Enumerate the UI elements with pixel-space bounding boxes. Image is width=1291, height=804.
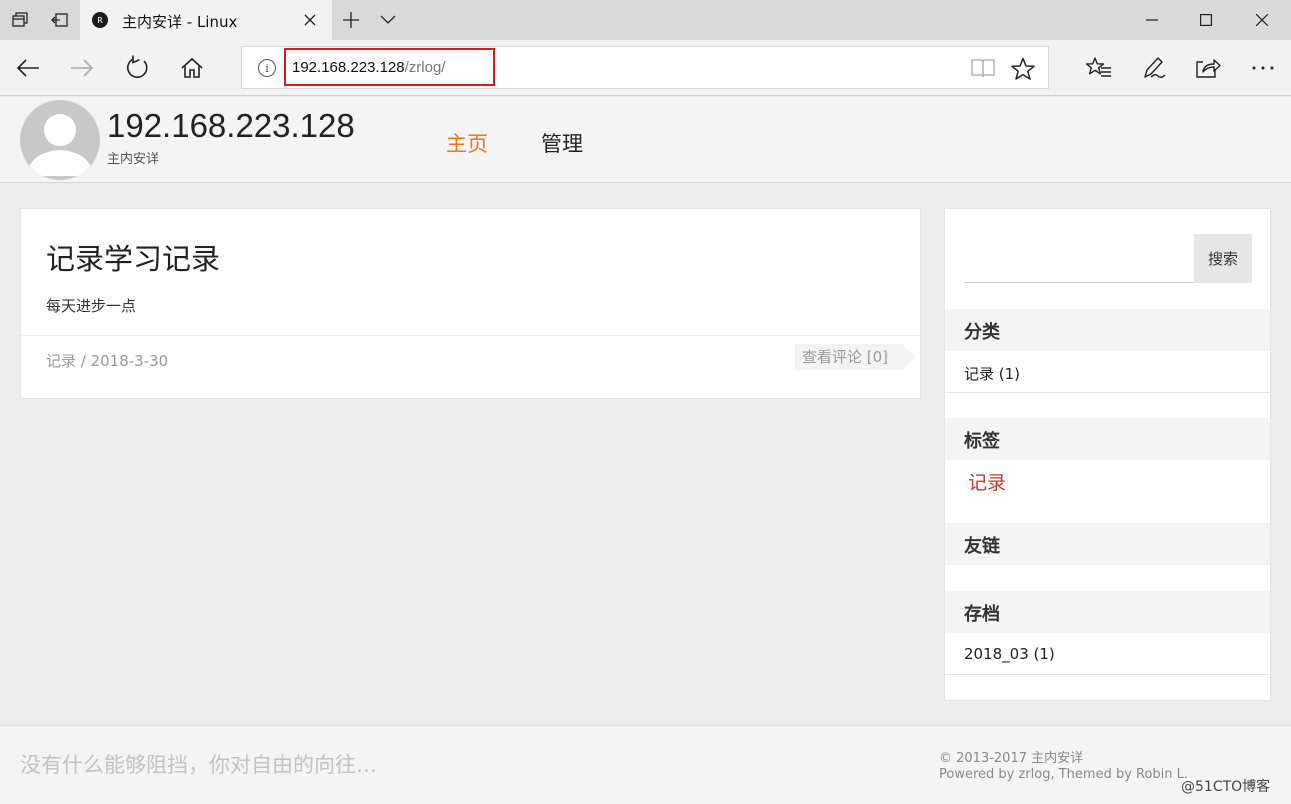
category-item[interactable]: 记录 (1) (964, 363, 1020, 384)
info-icon[interactable]: i (258, 59, 276, 77)
url-highlight-box: 192.168.223.128/zrlog/ (284, 48, 495, 86)
reading-view-icon[interactable] (970, 57, 996, 79)
archive-title: 存档 (964, 604, 1000, 625)
browser-nav-bar: i 192.168.223.128/zrlog/ (0, 40, 1291, 96)
view-comments-link[interactable]: 查看评论 [0] (795, 344, 916, 370)
article-summary: 每天进步一点 (46, 297, 137, 315)
article-meta: 记录 / 2018-3-30 (46, 352, 169, 370)
categories-header: 分类 (945, 309, 1270, 351)
divider (945, 674, 1270, 675)
search-input[interactable] (964, 234, 1195, 283)
back-icon[interactable] (8, 48, 48, 88)
watermark-text: @51CTO博客 (1181, 779, 1271, 795)
sidebar: 搜索 分类 记录 (1) 标签 记录 友链 存档 2018_03 (1) (944, 208, 1271, 701)
tab-title: 主内安详 - Linux (122, 13, 238, 31)
address-bar[interactable]: i 192.168.223.128/zrlog/ (241, 46, 1049, 89)
tab-list-icon[interactable] (372, 5, 404, 35)
favorite-star-icon[interactable] (1010, 56, 1036, 82)
archive-item[interactable]: 2018_03 (1) (964, 645, 1055, 663)
new-tab-icon[interactable] (335, 5, 367, 35)
favorites-icon[interactable] (1079, 48, 1119, 88)
set-aside-tabs-icon[interactable] (0, 0, 40, 40)
close-tab-icon[interactable] (300, 10, 320, 30)
close-window-icon[interactable] (1235, 0, 1289, 40)
footer-powered-by: Powered by zrlog, Themed by Robin L. (939, 767, 1189, 782)
divider (21, 335, 920, 336)
url-host: 192.168.223.128 (292, 59, 405, 76)
url-path: /zrlog/ (404, 59, 446, 76)
tag-item[interactable]: 记录 (968, 468, 1006, 495)
site-footer: 没有什么能够阻挡，你对自由的向往… © 2013-2017 主内安详 Power… (0, 725, 1291, 804)
article-card: 记录学习记录 每天进步一点 记录 / 2018-3-30 查看评论 [0] (20, 208, 921, 399)
maximize-icon[interactable] (1179, 0, 1233, 40)
refresh-icon[interactable] (117, 48, 157, 88)
home-icon[interactable] (172, 48, 212, 88)
tab-preview-icon[interactable] (40, 0, 80, 40)
site-title[interactable]: 192.168.223.128 (107, 107, 355, 145)
nav-home-link[interactable]: 主页 (446, 128, 488, 158)
share-icon[interactable] (1188, 48, 1228, 88)
forward-icon[interactable] (62, 48, 102, 88)
article-title[interactable]: 记录学习记录 (46, 236, 220, 278)
minimize-icon[interactable] (1125, 0, 1179, 40)
archive-header: 存档 (945, 591, 1270, 633)
nav-admin-link[interactable]: 管理 (541, 128, 583, 158)
links-header: 友链 (945, 523, 1270, 565)
site-subtitle: 主内安详 (107, 152, 160, 167)
avatar[interactable] (20, 100, 100, 180)
site-favicon-icon: R (92, 12, 108, 28)
divider (945, 392, 1270, 393)
search-button[interactable]: 搜索 (1194, 234, 1252, 283)
site-header: 192.168.223.128 主内安详 主页 管理 (0, 97, 1291, 183)
more-icon[interactable] (1243, 48, 1283, 88)
categories-title: 分类 (964, 322, 1000, 343)
links-title: 友链 (964, 536, 1000, 557)
notes-icon[interactable] (1134, 48, 1174, 88)
browser-tab-bar: R 主内安详 - Linux (0, 0, 1291, 40)
tags-title: 标签 (964, 431, 1000, 452)
footer-slogan: 没有什么能够阻挡，你对自由的向往… (20, 753, 377, 777)
url-text[interactable]: 192.168.223.128/zrlog/ (292, 59, 445, 76)
footer-copyright: © 2013-2017 主内安详 (939, 751, 1084, 766)
tags-header: 标签 (945, 418, 1270, 460)
browser-tab[interactable]: R 主内安详 - Linux (80, 0, 332, 40)
